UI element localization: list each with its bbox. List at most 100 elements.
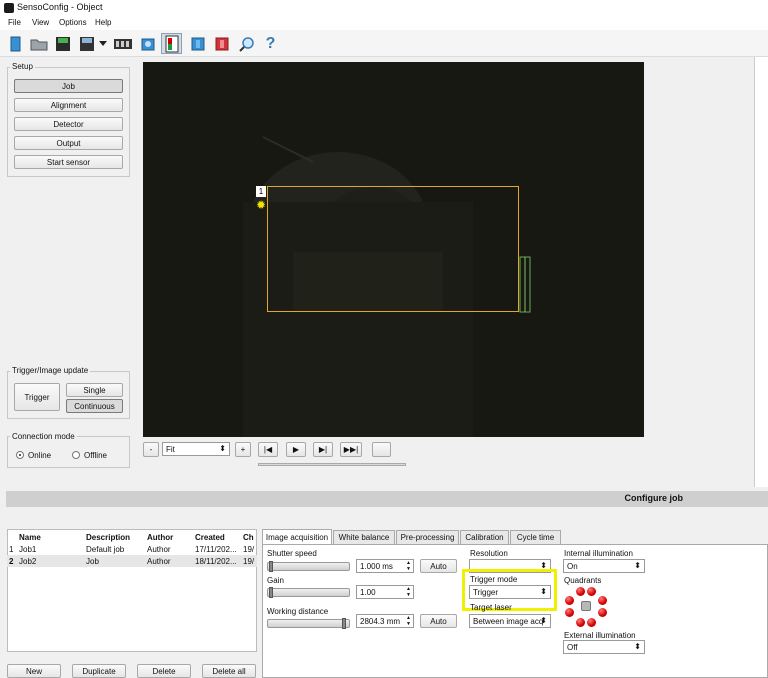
output-button[interactable]: Output bbox=[14, 136, 123, 150]
slider-knob[interactable] bbox=[269, 561, 273, 572]
camera-icon[interactable] bbox=[137, 33, 158, 54]
gain-slider[interactable] bbox=[267, 587, 350, 598]
online-radio[interactable] bbox=[16, 451, 24, 459]
spin-icon: ⬍ bbox=[634, 642, 641, 651]
row-name: Job2 bbox=[19, 556, 37, 566]
roi-frame[interactable] bbox=[267, 186, 519, 312]
duplicate-job-button[interactable]: Duplicate bbox=[72, 664, 126, 678]
new-job-icon[interactable] bbox=[5, 33, 26, 54]
search-icon[interactable] bbox=[236, 33, 257, 54]
frame-slider[interactable] bbox=[258, 463, 406, 466]
start-sensor-button[interactable]: Start sensor bbox=[14, 155, 123, 169]
app-icon bbox=[4, 3, 14, 13]
working-distance-field[interactable]: 2804.3 mm ▲ ▼ bbox=[356, 614, 414, 628]
object-icon[interactable] bbox=[161, 33, 182, 54]
spin-arrows-icon[interactable]: ▲ ▼ bbox=[405, 586, 412, 598]
book-icon[interactable] bbox=[211, 33, 232, 54]
offline-radio[interactable] bbox=[72, 451, 80, 459]
column-author[interactable]: Author bbox=[145, 531, 193, 543]
slider-knob[interactable] bbox=[342, 618, 346, 629]
save-as-icon[interactable] bbox=[76, 33, 97, 54]
quadrant-led[interactable] bbox=[576, 587, 585, 596]
play-icon[interactable]: ▶ bbox=[286, 442, 306, 457]
quadrant-led[interactable] bbox=[598, 608, 607, 617]
tab-cycle-time[interactable]: Cycle time bbox=[510, 530, 561, 544]
alignment-button[interactable]: Alignment bbox=[14, 98, 123, 112]
help-icon[interactable]: ? bbox=[260, 33, 281, 54]
trigger-title: Trigger/Image update bbox=[10, 366, 91, 375]
spin-arrows-icon[interactable]: ▲ ▼ bbox=[405, 560, 412, 572]
trigger-button[interactable]: Trigger bbox=[14, 383, 60, 411]
shutter-speed-slider[interactable] bbox=[267, 561, 350, 572]
film-icon[interactable] bbox=[112, 33, 133, 54]
continuous-button[interactable]: Continuous bbox=[66, 399, 123, 413]
resolution-label: Resolution bbox=[470, 549, 508, 558]
shutter-speed-field[interactable]: 1.000 ms ▲ ▼ bbox=[356, 559, 414, 573]
menu-help[interactable]: Help bbox=[95, 18, 111, 27]
setup-title: Setup bbox=[10, 62, 35, 71]
menu-file[interactable]: File bbox=[8, 18, 21, 27]
single-button[interactable]: Single bbox=[66, 383, 123, 397]
external-illumination-select[interactable]: Off ⬍ bbox=[563, 640, 645, 654]
jobs-table: Name Description Author Created Ch 1 Job… bbox=[7, 531, 257, 567]
target-laser-select[interactable]: Between image acq ⬍ bbox=[469, 614, 551, 628]
menu-view[interactable]: View bbox=[32, 18, 49, 27]
slider-knob[interactable] bbox=[269, 587, 273, 598]
table-row[interactable]: 2 Job2 Job Author 18/11/202... 19/ bbox=[7, 555, 257, 567]
row-index: 1 bbox=[9, 544, 14, 554]
internal-illumination-select[interactable]: On ⬍ bbox=[563, 559, 645, 573]
first-frame-icon[interactable]: |◀ bbox=[258, 442, 278, 457]
tab-white-balance[interactable]: White balance bbox=[333, 530, 395, 544]
image-viewer[interactable]: 1 ✹ bbox=[143, 62, 644, 437]
working-distance-slider[interactable] bbox=[267, 618, 350, 629]
column-changed[interactable]: Ch bbox=[241, 531, 257, 543]
dropdown-icon[interactable] bbox=[97, 33, 109, 54]
internal-illumination-label: Internal illumination bbox=[564, 549, 633, 558]
new-job-button[interactable]: New bbox=[7, 664, 61, 678]
detector-button[interactable]: Detector bbox=[14, 117, 123, 131]
menu-options[interactable]: Options bbox=[59, 18, 87, 27]
shutter-auto-button[interactable]: Auto bbox=[420, 559, 457, 573]
column-description[interactable]: Description bbox=[84, 531, 145, 543]
delete-job-button[interactable]: Delete bbox=[137, 664, 191, 678]
quadrant-led[interactable] bbox=[565, 608, 574, 617]
spin-icon: ⬍ bbox=[634, 561, 641, 570]
save-icon[interactable] bbox=[52, 33, 73, 54]
delete-all-button[interactable]: Delete all bbox=[202, 664, 256, 678]
spin-arrows-icon[interactable]: ▲ ▼ bbox=[405, 615, 412, 627]
configure-job-bar: Configure job bbox=[6, 491, 768, 507]
working-distance-auto-button[interactable]: Auto bbox=[420, 614, 457, 628]
zoom-in-button[interactable]: + bbox=[235, 442, 251, 457]
table-header: Name Description Author Created Ch bbox=[7, 531, 257, 543]
open-icon[interactable] bbox=[28, 33, 49, 54]
zoom-out-button[interactable]: - bbox=[143, 442, 159, 457]
table-row[interactable]: 1 Job1 Default job Author 17/11/202... 1… bbox=[7, 543, 257, 555]
working-distance-value: 2804.3 mm bbox=[360, 616, 401, 626]
color-icon[interactable] bbox=[187, 33, 208, 54]
last-frame-icon[interactable]: ▶▶| bbox=[340, 442, 362, 457]
tab-pre-processing[interactable]: Pre-processing bbox=[396, 530, 459, 544]
quadrant-led[interactable] bbox=[576, 618, 585, 627]
shutter-speed-label: Shutter speed bbox=[267, 549, 317, 558]
next-frame-icon[interactable]: ▶| bbox=[313, 442, 333, 457]
quadrant-center[interactable] bbox=[581, 601, 591, 611]
row-author: Author bbox=[147, 544, 171, 554]
sun-icon: ✹ bbox=[256, 198, 267, 212]
toolbar: ? bbox=[0, 30, 768, 57]
blank-button[interactable] bbox=[372, 442, 391, 457]
tab-calibration[interactable]: Calibration bbox=[460, 530, 509, 544]
quadrant-led[interactable] bbox=[587, 618, 596, 627]
tab-image-acquisition[interactable]: Image acquisition bbox=[262, 529, 332, 544]
column-created[interactable]: Created bbox=[193, 531, 241, 543]
quadrant-led[interactable] bbox=[598, 596, 607, 605]
quadrant-led[interactable] bbox=[587, 587, 596, 596]
connection-title: Connection mode bbox=[10, 432, 77, 441]
zoom-select[interactable]: Fit ⬍ bbox=[162, 442, 230, 456]
column-name[interactable]: Name bbox=[17, 531, 84, 543]
gain-field[interactable]: 1.00 ▲ ▼ bbox=[356, 585, 414, 599]
quadrant-led[interactable] bbox=[565, 596, 574, 605]
menu-bar: File View Options Help bbox=[0, 16, 768, 30]
right-sidebar[interactable] bbox=[754, 57, 768, 487]
job-button[interactable]: Job bbox=[14, 79, 123, 93]
title-bar: SensoConfig - Object bbox=[0, 0, 768, 16]
